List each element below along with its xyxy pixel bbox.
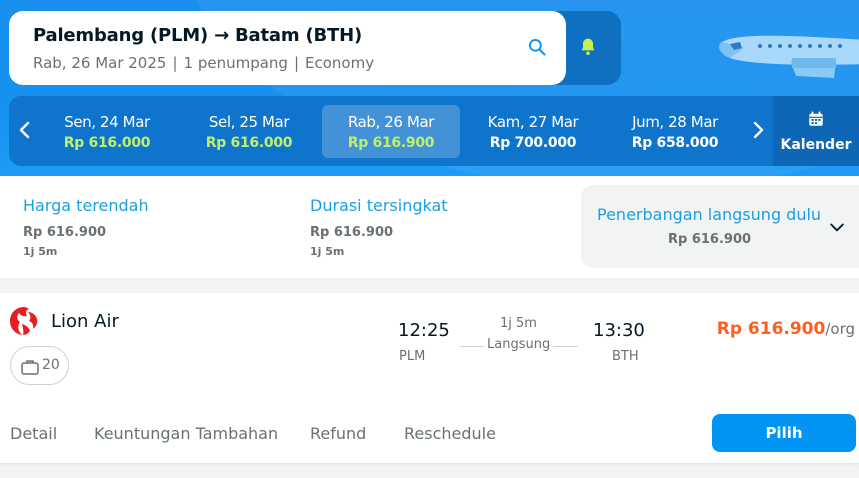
sort-price: Rp 616.900	[668, 232, 752, 247]
date-price: Rp 700.000	[489, 135, 577, 151]
departure-code: PLM	[399, 349, 426, 364]
header: Palembang (PLM) → Batam (BTH) Rab, 26 Ma…	[0, 0, 859, 176]
baggage-count: 20	[42, 357, 60, 373]
sort-duration: 1j 5m	[310, 245, 345, 258]
sort-option-lowest-price[interactable]: Harga terendah Rp 616.900 1j 5m	[23, 196, 149, 258]
tab-refund[interactable]: Refund	[310, 424, 366, 443]
airplane-illustration	[719, 35, 859, 78]
date-selector: Sen, 24 Mar Rp 616.000 Sel, 25 Mar Rp 61…	[9, 96, 859, 166]
flight-result-card[interactable]: Lion Air 20 12:25 PLM 1j 5m Langsung 13:…	[0, 293, 859, 463]
date-option[interactable]: Kam, 27 Mar Rp 700.000	[464, 105, 602, 158]
sort-price: Rp 616.900	[310, 225, 394, 240]
sort-title: Durasi tersingkat	[310, 196, 448, 215]
sort-price: Rp 616.900	[23, 225, 107, 240]
chevron-down-icon[interactable]	[827, 217, 847, 237]
price-unit: /org	[825, 320, 855, 338]
sort-option-direct-first[interactable]: Penerbangan langsung dulu Rp 616.900	[581, 185, 859, 268]
bell-icon[interactable]	[578, 37, 598, 57]
arrival-code: BTH	[612, 349, 639, 364]
departure-time: 12:25	[398, 320, 450, 341]
sort-title: Penerbangan langsung dulu	[597, 205, 822, 224]
sort-duration: 1j 5m	[23, 245, 58, 258]
chevron-right-icon[interactable]	[746, 118, 770, 142]
calendar-label: Kalender	[780, 137, 852, 153]
date-label: Rab, 26 Mar	[347, 113, 435, 131]
sort-option-shortest-duration[interactable]: Durasi tersingkat Rp 616.900 1j 5m	[310, 196, 448, 258]
search-date: Rab, 26 Mar 2025	[33, 54, 167, 72]
flight-price: Rp 616.900	[716, 319, 826, 339]
flight-duration: 1j 5m	[500, 316, 537, 331]
meta-separator: |	[293, 54, 300, 72]
tab-reschedule[interactable]: Reschedule	[404, 424, 496, 443]
date-option[interactable]: Jum, 28 Mar Rp 658.000	[606, 105, 744, 158]
search-icon[interactable]	[527, 37, 547, 57]
calendar-icon	[809, 111, 823, 126]
date-label: Jum, 28 Mar	[632, 113, 718, 131]
tab-detail[interactable]: Detail	[10, 424, 57, 443]
route-title: Palembang (PLM) → Batam (BTH)	[33, 25, 362, 46]
baggage-badge: 20	[10, 346, 69, 385]
search-passengers: 1 penumpang	[183, 54, 288, 72]
chevron-left-icon[interactable]	[13, 118, 37, 142]
price-block: Rp 616.900/org	[717, 319, 855, 339]
arrival-time: 13:30	[593, 320, 645, 341]
date-price: Rp 616.900	[347, 135, 435, 151]
search-meta: Rab, 26 Mar 2025 | 1 penumpang | Economy	[33, 54, 374, 72]
date-price: Rp 616.000	[63, 135, 151, 151]
date-option-selected[interactable]: Rab, 26 Mar Rp 616.900	[322, 105, 460, 158]
lion-air-logo	[10, 307, 38, 335]
search-cabin: Economy	[305, 54, 375, 72]
airline-name: Lion Air	[51, 311, 119, 332]
date-price: Rp 658.000	[631, 135, 719, 151]
sort-title: Harga terendah	[23, 196, 149, 215]
choose-flight-button[interactable]: Pilih	[712, 414, 856, 452]
date-option[interactable]: Sel, 25 Mar Rp 616.000	[180, 105, 318, 158]
date-label: Kam, 27 Mar	[487, 113, 579, 131]
sort-options: Harga terendah Rp 616.900 1j 5m Durasi t…	[0, 176, 859, 278]
search-summary-card[interactable]: Palembang (PLM) → Batam (BTH) Rab, 26 Ma…	[9, 11, 566, 85]
meta-separator: |	[172, 54, 178, 72]
baggage-icon	[21, 360, 39, 375]
date-label: Sel, 25 Mar	[208, 113, 290, 131]
date-price: Rp 616.000	[205, 135, 293, 151]
calendar-button[interactable]: Kalender	[773, 96, 859, 166]
date-label: Sen, 24 Mar	[64, 113, 150, 131]
flight-stops: Langsung	[484, 337, 554, 352]
date-option[interactable]: Sen, 24 Mar Rp 616.000	[38, 105, 176, 158]
tab-extra-benefits[interactable]: Keuntungan Tambahan	[94, 424, 278, 443]
